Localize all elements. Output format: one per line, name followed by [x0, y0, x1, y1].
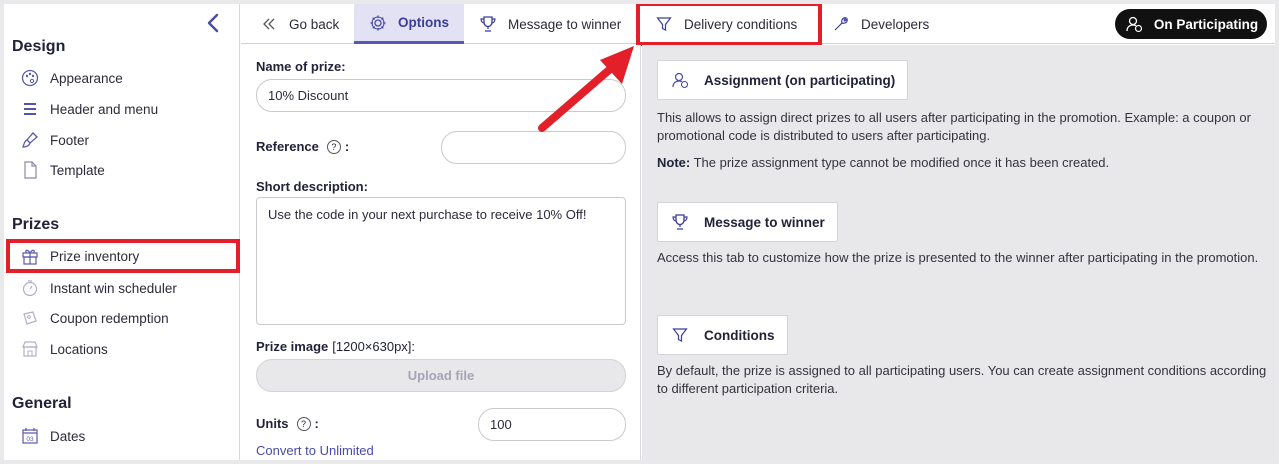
filter-icon [670, 325, 690, 345]
sidebar-item-label: Dates [50, 428, 86, 444]
sidebar-item-label: Footer [50, 132, 90, 148]
help-icon[interactable]: ? [296, 416, 311, 431]
sidebar-item-label: Appearance [50, 70, 123, 86]
sidebar-item-label: Header and menu [50, 101, 159, 117]
note-label: Note: [657, 155, 691, 170]
sidebar-item-label: Instant win scheduler [50, 280, 177, 296]
user-participating-icon [670, 70, 690, 90]
short-description-label: Short description: [256, 179, 368, 194]
sidebar: Design Appearance Header and menu Footer… [4, 4, 240, 460]
message-to-winner-description: Access this tab to customize how the pri… [657, 250, 1259, 265]
sidebar-item-locations[interactable]: Locations [12, 335, 232, 363]
palette-icon [20, 68, 40, 88]
conditions-description: By default, the prize is assigned to all… [657, 363, 1267, 396]
button-label: Message to winner [704, 214, 825, 230]
double-chevron-left-icon [259, 14, 279, 34]
sidebar-item-header-and-menu[interactable]: Header and menu [12, 95, 232, 123]
assignment-note: Note: The prize assignment type cannot b… [657, 154, 1267, 172]
sidebar-item-instant-win-scheduler[interactable]: Instant win scheduler [12, 274, 232, 302]
sidebar-item-appearance[interactable]: Appearance [12, 64, 232, 92]
gift-icon [20, 246, 40, 266]
section-title-design: Design [12, 38, 66, 55]
prize-image-label: Prize image [1200×630px]: [256, 339, 415, 354]
sidebar-item-label: Prize inventory [50, 248, 140, 264]
message-to-winner-button[interactable]: Message to winner [657, 202, 838, 242]
tab-delivery-conditions[interactable]: Delivery conditions [636, 4, 822, 46]
section-title-prizes: Prizes [12, 216, 60, 233]
top-tab-bar: Go back Options Message to winner Delive… [241, 4, 1275, 46]
sidebar-item-footer[interactable]: Footer [12, 126, 232, 154]
svg-text:03: 03 [26, 436, 34, 443]
button-label: Assignment (on participating) [704, 72, 896, 88]
prize-name-field[interactable]: 10% Discount [256, 79, 626, 112]
sidebar-item-template[interactable]: Template [12, 156, 232, 184]
brush-icon [20, 130, 40, 150]
document-icon [20, 160, 40, 180]
section-title-general: General [12, 395, 72, 412]
menu-lines-icon [20, 99, 40, 119]
reference-colon: : [344, 139, 350, 154]
calendar-icon: 03 [20, 426, 40, 446]
coupon-icon [20, 308, 40, 328]
units-label-text: Units [256, 416, 289, 431]
gear-icon [368, 13, 388, 33]
status-label: On Participating [1153, 16, 1259, 32]
prize-options-form: Name of prize: 10% Discount Reference ? … [241, 45, 641, 460]
sidebar-item-label: Template [50, 162, 105, 178]
trophy-icon [478, 14, 498, 34]
assignment-on-participating-button[interactable]: Assignment (on participating) [657, 60, 909, 100]
reference-label-text: Reference [256, 139, 319, 154]
tab-developers[interactable]: Developers [831, 4, 941, 44]
participation-status-button[interactable]: On Participating [1115, 9, 1267, 39]
tab-go-back[interactable]: Go back [241, 4, 351, 44]
sidebar-item-label: Locations [50, 341, 108, 357]
assignment-description: This allows to assign direct prizes to a… [657, 110, 1251, 143]
convert-to-unlimited-link[interactable]: Convert to Unlimited [256, 443, 374, 458]
note-text: The prize assignment type cannot be modi… [693, 155, 1110, 170]
units-label: Units ? : [256, 416, 319, 431]
short-description-field[interactable]: Use the code in your next purchase to re… [256, 197, 626, 325]
sidebar-item-label: Coupon redemption [50, 310, 169, 326]
units-field[interactable]: 100 [478, 408, 626, 441]
tab-label: Delivery conditions [684, 16, 798, 32]
tab-message-to-winner[interactable]: Message to winner [478, 4, 628, 44]
tab-label: Go back [289, 16, 340, 32]
prize-name-label: Name of prize: [256, 59, 346, 74]
sidebar-item-coupon-redemption[interactable]: Coupon redemption [12, 304, 232, 332]
units-colon: : [314, 416, 319, 431]
upload-file-button[interactable]: Upload file [256, 359, 626, 392]
collapse-sidebar-button[interactable] [203, 12, 223, 34]
conditions-button[interactable]: Conditions [657, 315, 788, 355]
reference-field[interactable] [441, 131, 626, 164]
prize-image-label-text: Prize image [256, 339, 329, 354]
reference-label: Reference ? : [256, 139, 349, 154]
tab-label: Message to winner [508, 16, 622, 32]
tab-label: Developers [861, 16, 930, 32]
info-panel: Assignment (on participating) This allow… [642, 45, 1275, 460]
sidebar-item-prize-inventory[interactable]: Prize inventory [6, 239, 240, 273]
tab-label: Options [398, 15, 449, 30]
prize-image-size: [1200×630px]: [332, 339, 416, 354]
filter-icon [654, 14, 674, 34]
chevron-left-icon [207, 13, 219, 33]
stopwatch-icon [20, 278, 40, 298]
trophy-icon [670, 212, 690, 232]
button-label: Conditions [704, 327, 775, 343]
tab-options[interactable]: Options [354, 4, 464, 44]
store-icon [20, 339, 40, 359]
user-participating-icon [1124, 14, 1144, 34]
sidebar-item-dates[interactable]: 03 Dates [12, 422, 232, 450]
help-icon[interactable]: ? [326, 139, 341, 154]
wrench-icon [831, 14, 851, 34]
app-window: Design Appearance Header and menu Footer… [4, 4, 1275, 460]
